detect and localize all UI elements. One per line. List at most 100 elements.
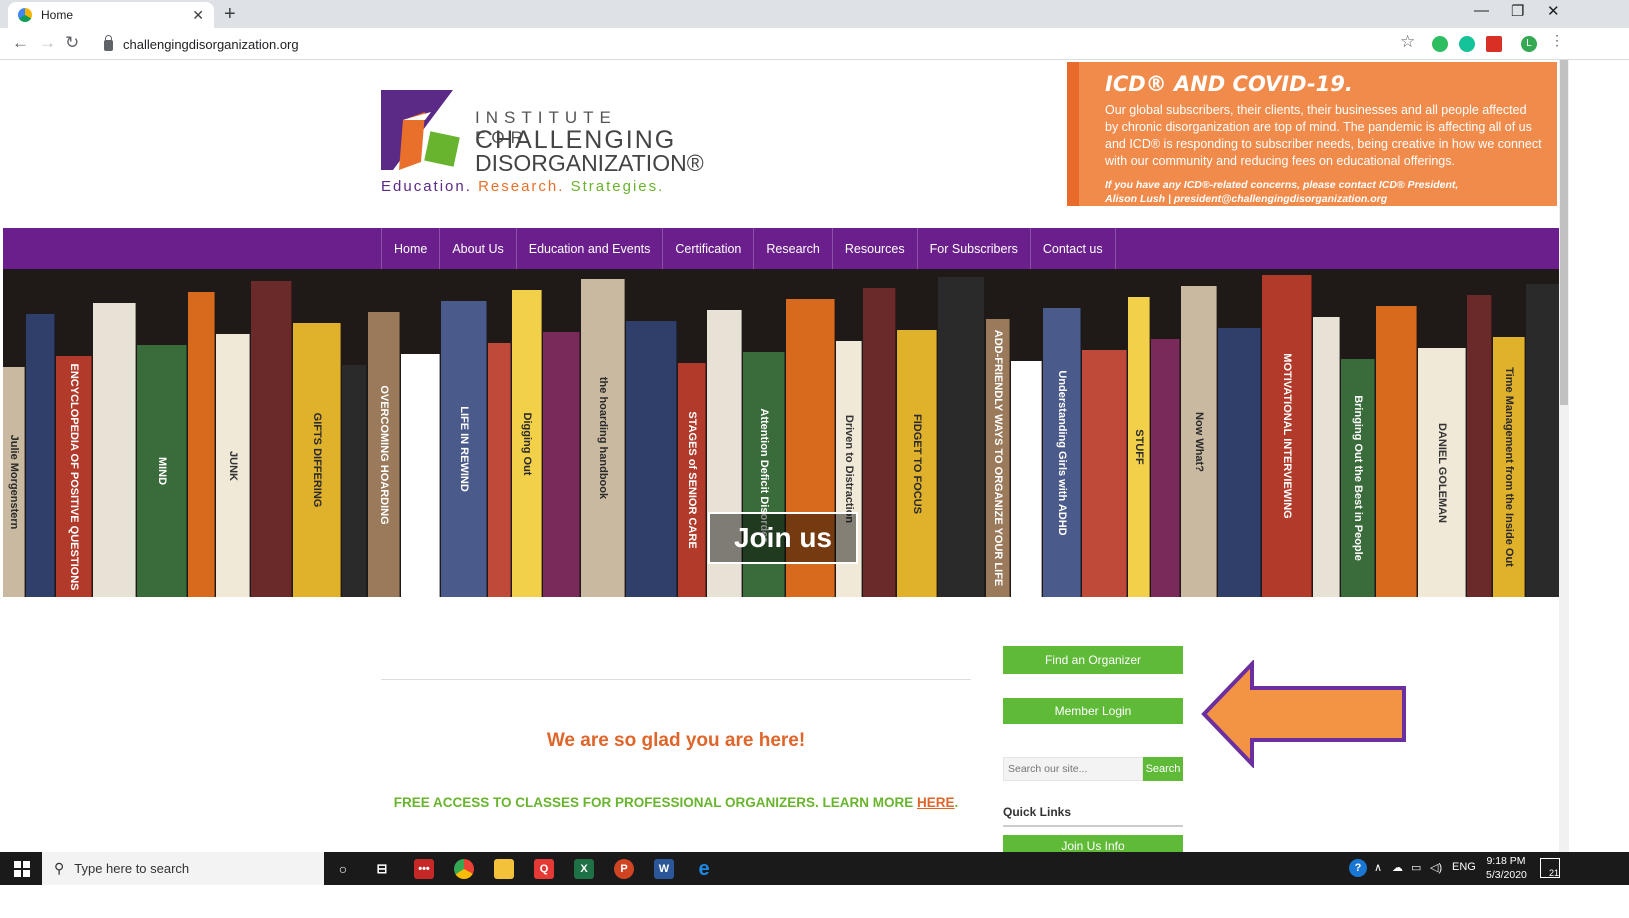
find-organizer-button[interactable]: Find an Organizer [1003,646,1183,674]
welcome-heading: We are so glad you are here! [546,730,806,751]
restore-window-icon[interactable]: ❐ [1511,2,1524,20]
join-us-info-button[interactable]: Join Us Info [1003,835,1183,852]
book-spine-title: LIFE IN REWIND [457,406,470,492]
scrollbar-thumb[interactable] [1560,60,1568,405]
tagline-research: Research. [478,178,565,195]
book-spine-title: Driven to Distraction [842,414,855,524]
close-tab-icon[interactable]: ✕ [192,7,204,24]
learn-more-here-link[interactable]: HERE [917,795,955,810]
notification-center-icon[interactable]: 21 [1540,858,1560,878]
taskbar-search-placeholder: Type here to search [74,861,190,876]
covid-notice-banner: ICD® AND COVID-19. Our global subscriber… [1067,62,1557,206]
book-spine: the hoarding handbook [581,279,625,597]
book-spine [401,354,440,597]
nav-for-subscribers[interactable]: For Subscribers [918,228,1031,269]
tagline-education: Education. [381,178,472,195]
help-tray-icon[interactable]: ? [1349,859,1367,877]
volume-icon[interactable]: ◁) [1430,861,1442,874]
show-hidden-icons-chevron-icon[interactable]: ∧ [1374,861,1382,874]
nav-contact-us[interactable]: Contact us [1031,228,1116,269]
book-spine-title: ADD-FRIENDLY WAYS TO ORGANIZE YOUR LIFE [991,329,1004,587]
evernote-extension-icon[interactable] [1432,36,1448,52]
excel-icon[interactable]: X [574,859,594,879]
site-search-button[interactable]: Search [1143,757,1183,781]
book-spine: STUFF [1128,297,1150,597]
new-tab-button[interactable]: + [224,3,236,26]
powerpoint-icon[interactable]: P [614,859,634,879]
reload-icon[interactable]: ↻ [65,33,79,53]
book-spine: LIFE IN REWIND [441,301,487,597]
minimize-window-icon[interactable]: — [1474,2,1489,19]
book-spine-title: DANIEL GOLEMAN [1435,422,1448,523]
forward-arrow-icon[interactable]: → [39,33,56,53]
windows-start-icon[interactable] [14,861,30,877]
lock-icon [104,34,113,51]
book-spine: Julie Morgenstern [3,367,25,597]
clock-date: 5/3/2020 [1486,869,1527,881]
bookmark-star-icon[interactable]: ☆ [1400,32,1415,52]
covid-title: ICD® AND COVID-19. [1105,72,1353,96]
red-extension-icon[interactable] [1486,36,1502,52]
network-icon[interactable]: ▭ [1411,861,1421,874]
nav-education-and-events[interactable]: Education and Events [517,228,664,269]
book-spine-title: the hoarding handbook [596,376,609,500]
red-app-taskbar-icon[interactable]: ••• [414,859,434,879]
join-us-button[interactable]: Join us [708,512,858,564]
word-icon[interactable]: W [654,859,674,879]
covid-note-line-2: Alison Lush | president@challengingdisor… [1105,193,1388,205]
book-spine-title: Digging Out [520,412,533,475]
member-login-button[interactable]: Member Login [1003,698,1183,724]
language-indicator[interactable]: ENG [1452,861,1476,873]
nav-about-us[interactable]: About Us [440,228,517,269]
book-spine-title: Now What? [1192,411,1205,472]
covid-body: Our global subscribers, their clients, t… [1105,103,1542,168]
book-spine-title: Time Management from the Inside Out [1502,367,1515,567]
book-spine: Bringing Out the Best in People [1341,359,1375,597]
task-view-icon[interactable]: ⊟ [372,859,392,879]
icd-logo-mark-icon [381,90,460,170]
icd-logo[interactable]: INSTITUTE FOR CHALLENGING DISORGANIZATIO… [381,90,704,200]
chrome-taskbar-icon[interactable] [454,859,474,879]
address-bar[interactable]: challengingdisorganization.org [92,31,1472,57]
cortana-icon[interactable]: ○ [333,859,353,879]
book-spine [543,332,580,597]
windows-taskbar: ⚲ Type here to search ○ ⊟ ••• Q X P W e … [0,852,1629,885]
book-spine [93,303,136,597]
edge-icon[interactable]: e [694,858,714,880]
file-explorer-icon[interactable] [494,859,514,879]
logo-tagline: Education. Research. Strategies. [381,178,664,195]
profile-avatar[interactable]: L [1521,36,1537,52]
clock-time: 9:18 PM [1486,855,1526,867]
covid-note-line-1: If you have any ICD®-related concerns, p… [1105,179,1459,191]
book-spine-title: ENCYCLOPEDIA OF POSITIVE QUESTIONS [67,363,80,590]
book-spine-title: MOTIVATIONAL INTERVIEWING [1280,353,1293,519]
nav-certification[interactable]: Certification [663,228,755,269]
book-spine: MIND [137,345,187,597]
onedrive-cloud-icon[interactable]: ☁ [1392,861,1403,874]
book-spine: FIDGET TO FOCUS [897,330,937,597]
book-spine-title: OVERCOMING HOARDING [377,384,390,525]
book-spine [1467,295,1492,597]
site-search-input[interactable] [1003,757,1143,781]
back-arrow-icon[interactable]: ← [12,33,29,53]
book-spine: Digging Out [512,290,542,597]
nav-research[interactable]: Research [754,228,833,269]
book-spine [1526,284,1559,597]
nav-home[interactable]: Home [382,228,441,269]
browser-tab-home[interactable]: Home ✕ [8,2,214,28]
url-text: challengingdisorganization.org [123,36,299,52]
main-navigation: Home About Us Education and Events Certi… [3,228,1559,269]
book-spine: JUNK [216,334,250,597]
book-spine [342,365,367,597]
book-spine: MOTIVATIONAL INTERVIEWING [1262,275,1312,597]
page-scrollbar[interactable] [1559,60,1569,852]
system-clock[interactable]: 9:18 PM 5/3/2020 [1486,854,1527,882]
logo-line-3: DISORGANIZATION® [475,150,704,176]
browser-menu-icon[interactable]: ⋮ [1550,32,1564,49]
close-window-icon[interactable]: ✕ [1547,2,1560,20]
nav-resources[interactable]: Resources [833,228,918,269]
grammarly-extension-icon[interactable] [1459,36,1475,52]
taskbar-search-box[interactable]: ⚲ Type here to search [42,852,324,885]
q-app-taskbar-icon[interactable]: Q [534,859,554,879]
quick-links-heading: Quick Links [1003,805,1183,827]
